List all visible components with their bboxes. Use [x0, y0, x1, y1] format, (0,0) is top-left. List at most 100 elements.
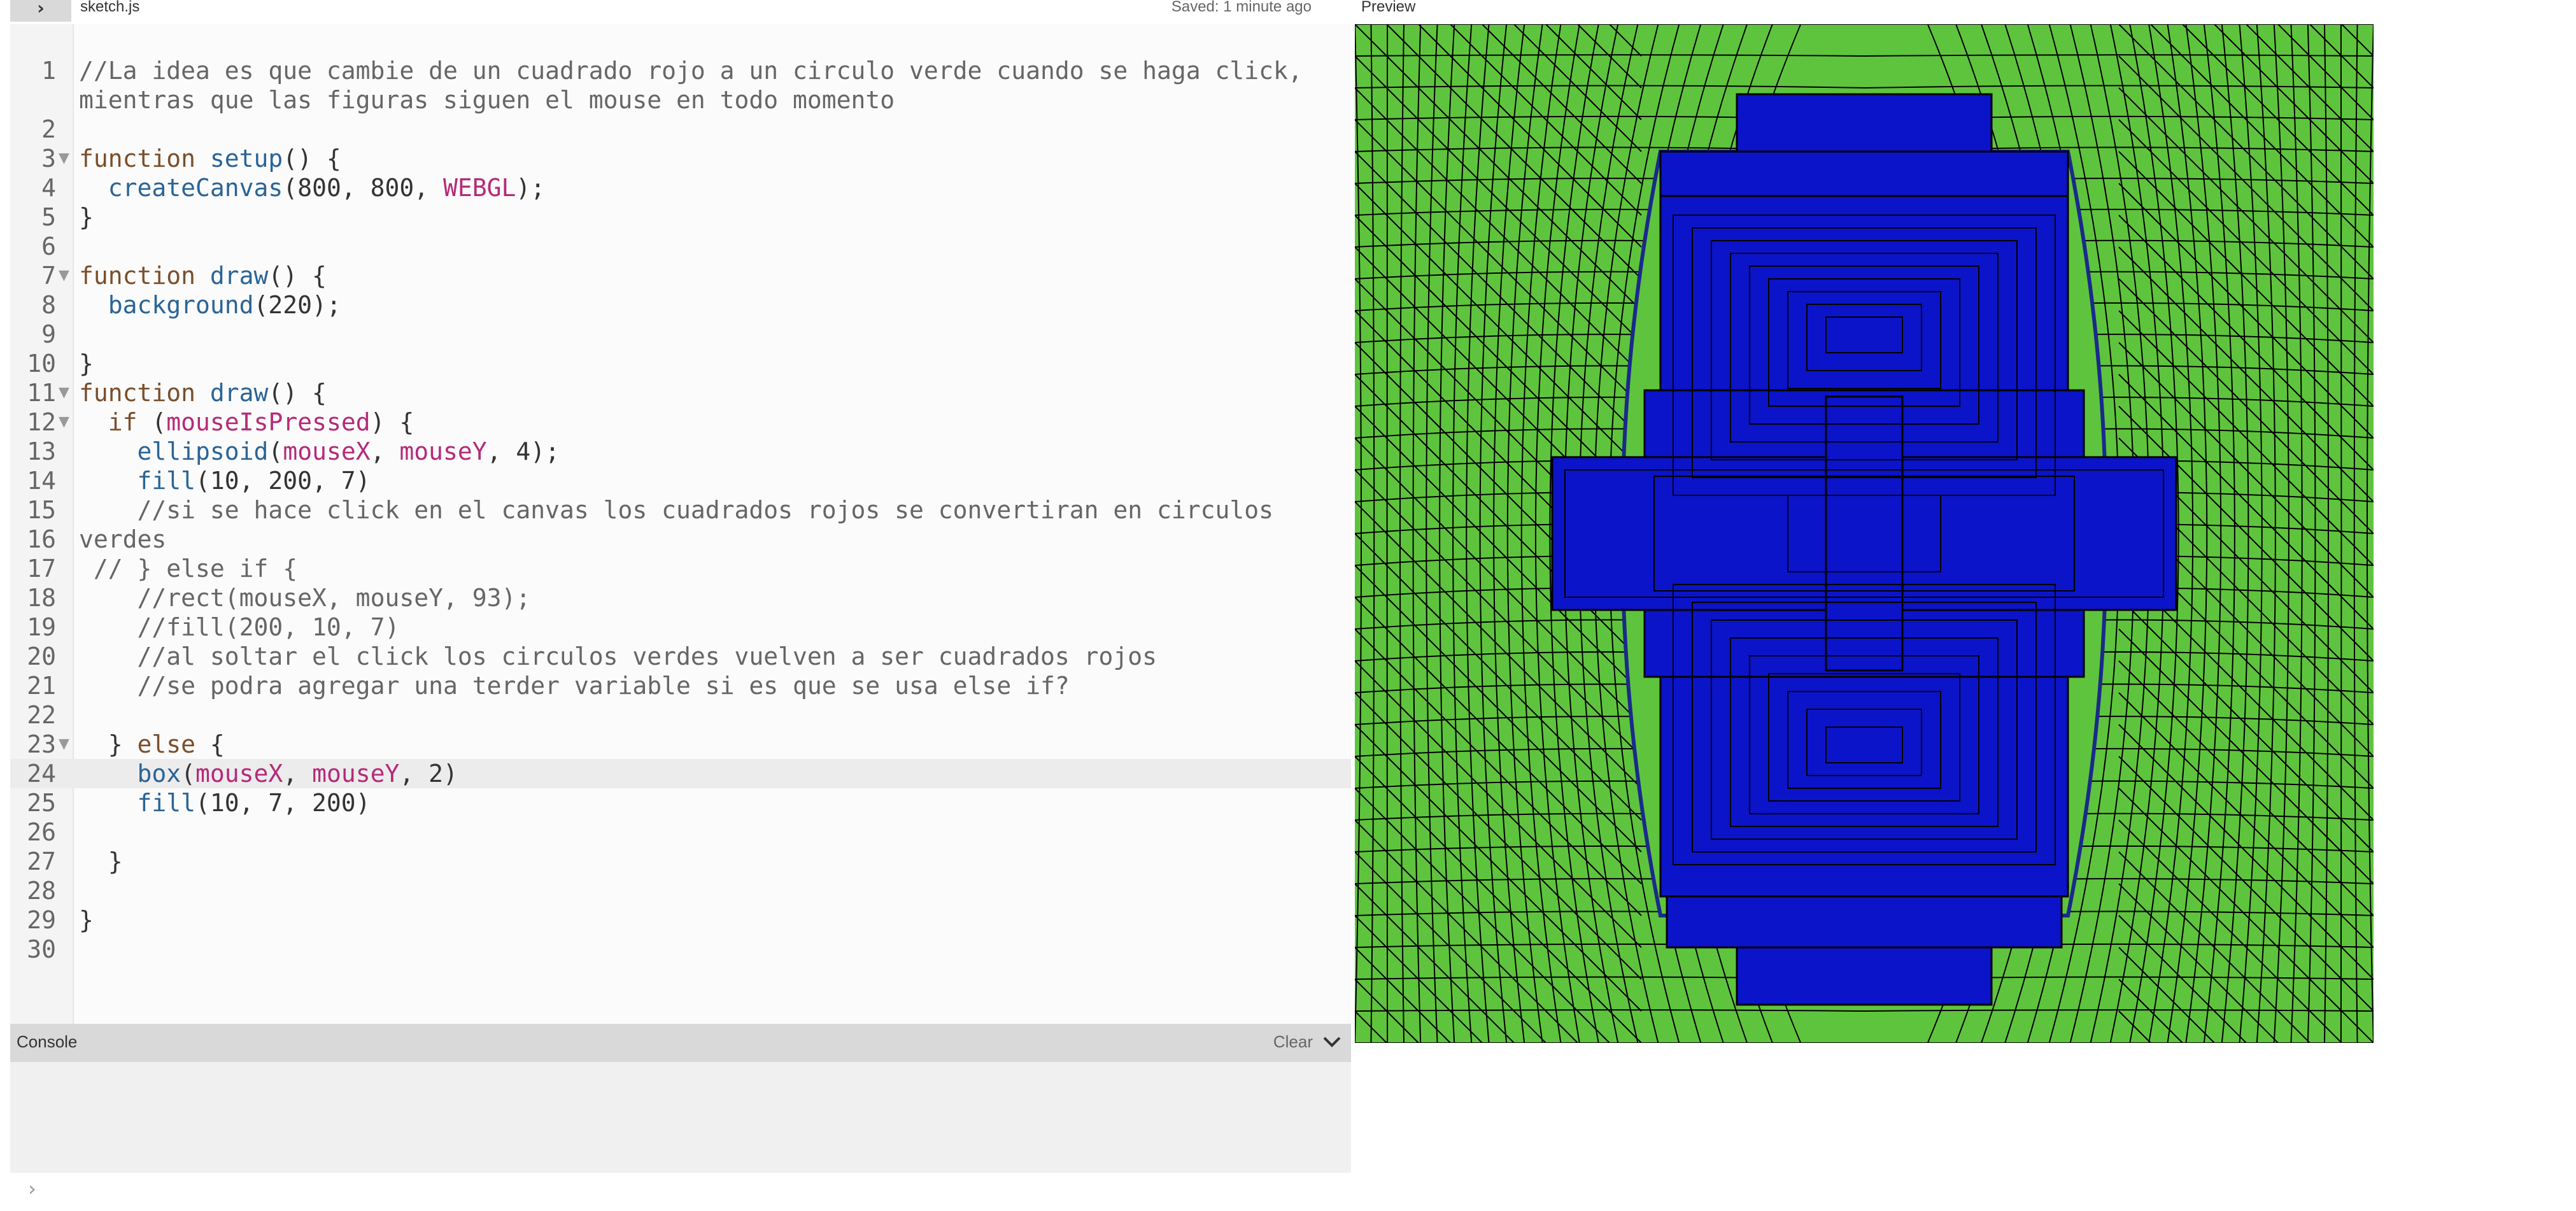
code-text: // } else if {	[79, 554, 1346, 583]
code-token: mouseIsPressed	[166, 408, 371, 436]
code-token: // } else if {	[79, 555, 298, 583]
blue-box	[1666, 895, 2063, 949]
code-line[interactable]: 29}	[10, 905, 1351, 935]
code-token: mouseY	[312, 760, 400, 788]
fold-triangle-icon[interactable]: ▼	[59, 409, 69, 435]
code-line[interactable]: 9	[10, 320, 1351, 349]
code-text: //se podra agregar una terder variable s…	[79, 671, 1346, 700]
code-text: function setup() {	[79, 144, 1346, 173]
line-number: 5	[41, 203, 56, 231]
code-editor[interactable]: 1 //La idea es que cambie de un cuadrado …	[10, 24, 1351, 1024]
line-number: 13	[27, 437, 56, 465]
code-line[interactable]: 8 background(220);	[10, 290, 1351, 320]
code-text: }	[79, 202, 1346, 232]
code-line[interactable]: 28	[10, 876, 1351, 905]
code-line[interactable]: 2	[10, 115, 1351, 144]
line-number: 16	[27, 525, 56, 553]
fold-triangle-icon[interactable]: ▼	[59, 263, 69, 288]
code-token: (10, 7, 200)	[195, 789, 371, 817]
code-token: fill	[137, 789, 196, 817]
code-line[interactable]: 15 //si se hace click en el canvas los c…	[10, 495, 1351, 553]
code-line[interactable]: 30	[10, 935, 1351, 964]
code-line[interactable]: 7 ▼ function draw() {	[10, 261, 1351, 290]
code-line[interactable]: 10}	[10, 349, 1351, 378]
code-token: () {	[268, 262, 327, 290]
code-token: if	[108, 408, 152, 436]
code-text: //rect(mouseX, mouseY, 93);	[79, 583, 1346, 613]
code-line[interactable]: 16	[10, 525, 1351, 554]
code-line[interactable]: 3 ▼ function setup() {	[10, 144, 1351, 173]
fold-triangle-icon[interactable]: ▼	[59, 732, 69, 757]
code-line[interactable]: 14 fill(10, 200, 7)	[10, 466, 1351, 495]
code-token: draw	[209, 379, 269, 407]
code-token: }	[79, 847, 123, 875]
code-text: } else {	[79, 730, 1346, 759]
code-token: {	[195, 730, 225, 758]
p5-editor-page: › sketch.js Saved: 1 minute ago Preview …	[0, 0, 2576, 1211]
code-token: }	[79, 350, 94, 378]
line-number: 29	[27, 906, 56, 934]
fold-triangle-icon[interactable]: ▼	[59, 380, 69, 406]
line-number: 3	[41, 145, 56, 173]
code-line[interactable]: 21 //se podra agregar una terder variabl…	[10, 671, 1351, 700]
code-line[interactable]: 24 box(mouseX, mouseY, 2)	[10, 759, 1351, 788]
code-token: //se podra agregar una terder variable s…	[79, 672, 1070, 700]
code-token: mouseX	[283, 437, 371, 465]
code-token: () {	[283, 145, 341, 173]
code-line[interactable]: 25 fill(10, 7, 200)	[10, 788, 1351, 818]
save-status: Saved: 1 minute ago	[1171, 0, 1312, 15]
code-line[interactable]: 4 createCanvas(800, 800, WEBGL);	[10, 173, 1351, 202]
code-line[interactable]: 20 //al soltar el click los circulos ver…	[10, 642, 1351, 671]
line-number: 10	[27, 350, 56, 378]
code-text: }	[79, 349, 1346, 378]
line-number: 12	[27, 408, 56, 436]
code-token: mouseX	[195, 760, 283, 788]
code-token: //La idea es que cambie de un cuadrado r…	[79, 57, 1317, 114]
line-number: 22	[27, 701, 56, 729]
code-token: background	[108, 291, 254, 319]
code-line[interactable]: 26	[10, 818, 1351, 847]
code-line[interactable]: 22	[10, 700, 1351, 730]
chevron-down-icon[interactable]	[1319, 1029, 1345, 1054]
console-input[interactable]: ›	[10, 1173, 1351, 1211]
console-clear-button[interactable]: Clear	[1273, 1032, 1313, 1052]
code-text: fill(10, 200, 7)	[79, 466, 1346, 495]
code-token: (	[181, 760, 196, 788]
code-token: , 4);	[486, 437, 560, 465]
blue-box	[1659, 150, 2069, 197]
code-token: ) {	[370, 408, 414, 436]
code-line[interactable]: 12 ▼ if (mouseIsPressed) {	[10, 407, 1351, 437]
code-line[interactable]: 11 ▼ function draw() {	[10, 378, 1351, 407]
code-text: fill(10, 7, 200)	[79, 788, 1346, 818]
preview-canvas[interactable]	[1355, 24, 2374, 1043]
console-output	[10, 1062, 1351, 1173]
code-line[interactable]: 1 //La idea es que cambie de un cuadrado …	[10, 56, 1351, 115]
code-text: }	[79, 905, 1346, 935]
code-token: }	[79, 730, 138, 758]
code-line[interactable]: 27 }	[10, 847, 1351, 876]
code-line[interactable]: 23 ▼ } else {	[10, 730, 1351, 759]
code-line[interactable]: 5}	[10, 202, 1351, 232]
code-text: box(mouseX, mouseY, 2)	[79, 759, 1346, 788]
code-token: function	[79, 262, 210, 290]
line-number: 21	[27, 672, 56, 700]
code-token: ,	[370, 437, 400, 465]
code-line[interactable]: 19 //fill(200, 10, 7)	[10, 613, 1351, 642]
code-line[interactable]: 18 //rect(mouseX, mouseY, 93);	[10, 583, 1351, 613]
fold-triangle-icon[interactable]: ▼	[59, 146, 69, 171]
line-number: 27	[27, 847, 56, 875]
file-name[interactable]: sketch.js	[80, 0, 139, 16]
line-number: 4	[41, 174, 56, 202]
code-text: createCanvas(800, 800, WEBGL);	[79, 173, 1346, 202]
code-line[interactable]: 13 ellipsoid(mouseX, mouseY, 4);	[10, 437, 1351, 466]
code-line[interactable]: 17 // } else if {	[10, 554, 1351, 583]
code-text: function draw() {	[79, 378, 1346, 407]
code-token: draw	[209, 262, 269, 290]
code-lines[interactable]: 1 //La idea es que cambie de un cuadrado …	[10, 56, 1351, 964]
sidebar-toggle-button[interactable]: ›	[10, 0, 71, 22]
code-line[interactable]: 6	[10, 232, 1351, 261]
